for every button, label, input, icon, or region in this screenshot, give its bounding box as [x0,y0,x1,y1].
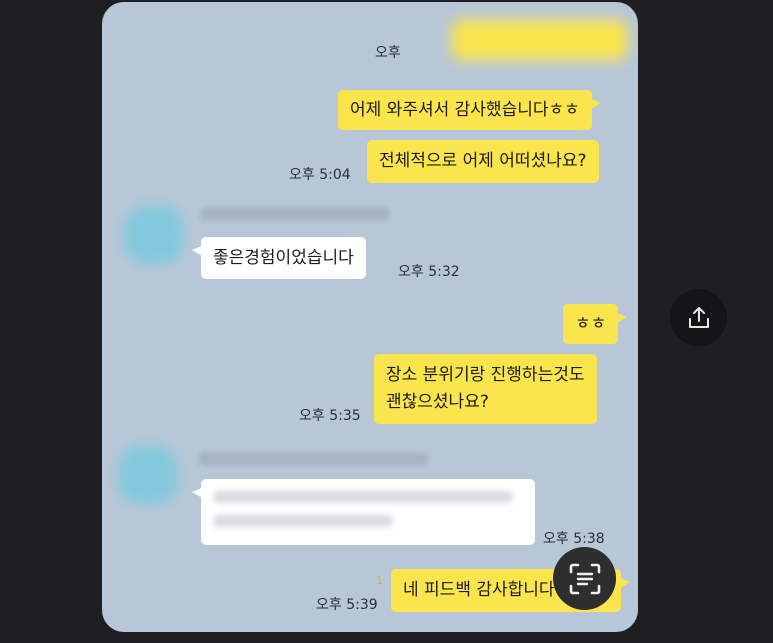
chat-panel: 오후 어제 와주셔서 감사했습니다ㅎㅎ 오후 5:04 전체적으로 어제 어떠셨… [102,2,638,632]
blurred-message-text [213,491,513,503]
chat-bubble-received[interactable] [192,479,535,545]
avatar[interactable] [118,445,178,505]
avatar[interactable] [124,205,184,265]
message-text: 네 피드백 감사합니다 [403,580,555,600]
chat-bubble-received[interactable]: 좋은경험이었습니다 [192,237,366,279]
blurred-message-bubble [452,20,627,60]
message-text-line: 괜찮으셨나요? [386,392,489,412]
message-text-line: 장소 분위기랑 진행하는것도 [386,365,585,385]
share-icon [688,306,709,328]
message-text: 좋은경험이었습니다 [213,248,354,268]
text-scan-button[interactable] [553,547,616,610]
chat-bubble-sent[interactable]: 어제 와주셔서 감사했습니다ㅎㅎ [338,90,601,130]
message-text: 전체적으로 어제 어떠셨나요? [379,151,587,171]
chat-bubble-sent[interactable]: 전체적으로 어제 어떠셨나요? [367,140,599,183]
message-time: 오후 [375,45,401,61]
message-text: ㅎㅎ [575,314,607,334]
share-button[interactable] [670,289,727,346]
message-time: 오후 5:39 [316,597,378,613]
chat-bubble-sent[interactable]: 장소 분위기랑 진행하는것도 괜찮으셨나요? [374,354,597,424]
sender-name [200,207,390,221]
blurred-message-text [213,515,393,527]
message-time: 오후 5:04 [289,167,351,183]
unread-count: 1 [376,574,383,587]
message-time: 오후 5:38 [543,531,605,547]
message-time: 오후 5:32 [398,264,460,280]
text-scan-icon [569,563,600,594]
chat-bubble-sent[interactable]: ㅎㅎ [563,304,628,344]
sender-name [198,452,428,466]
message-time: 오후 5:35 [299,408,361,424]
message-text: 어제 와주셔서 감사했습니다ㅎㅎ [350,100,580,120]
